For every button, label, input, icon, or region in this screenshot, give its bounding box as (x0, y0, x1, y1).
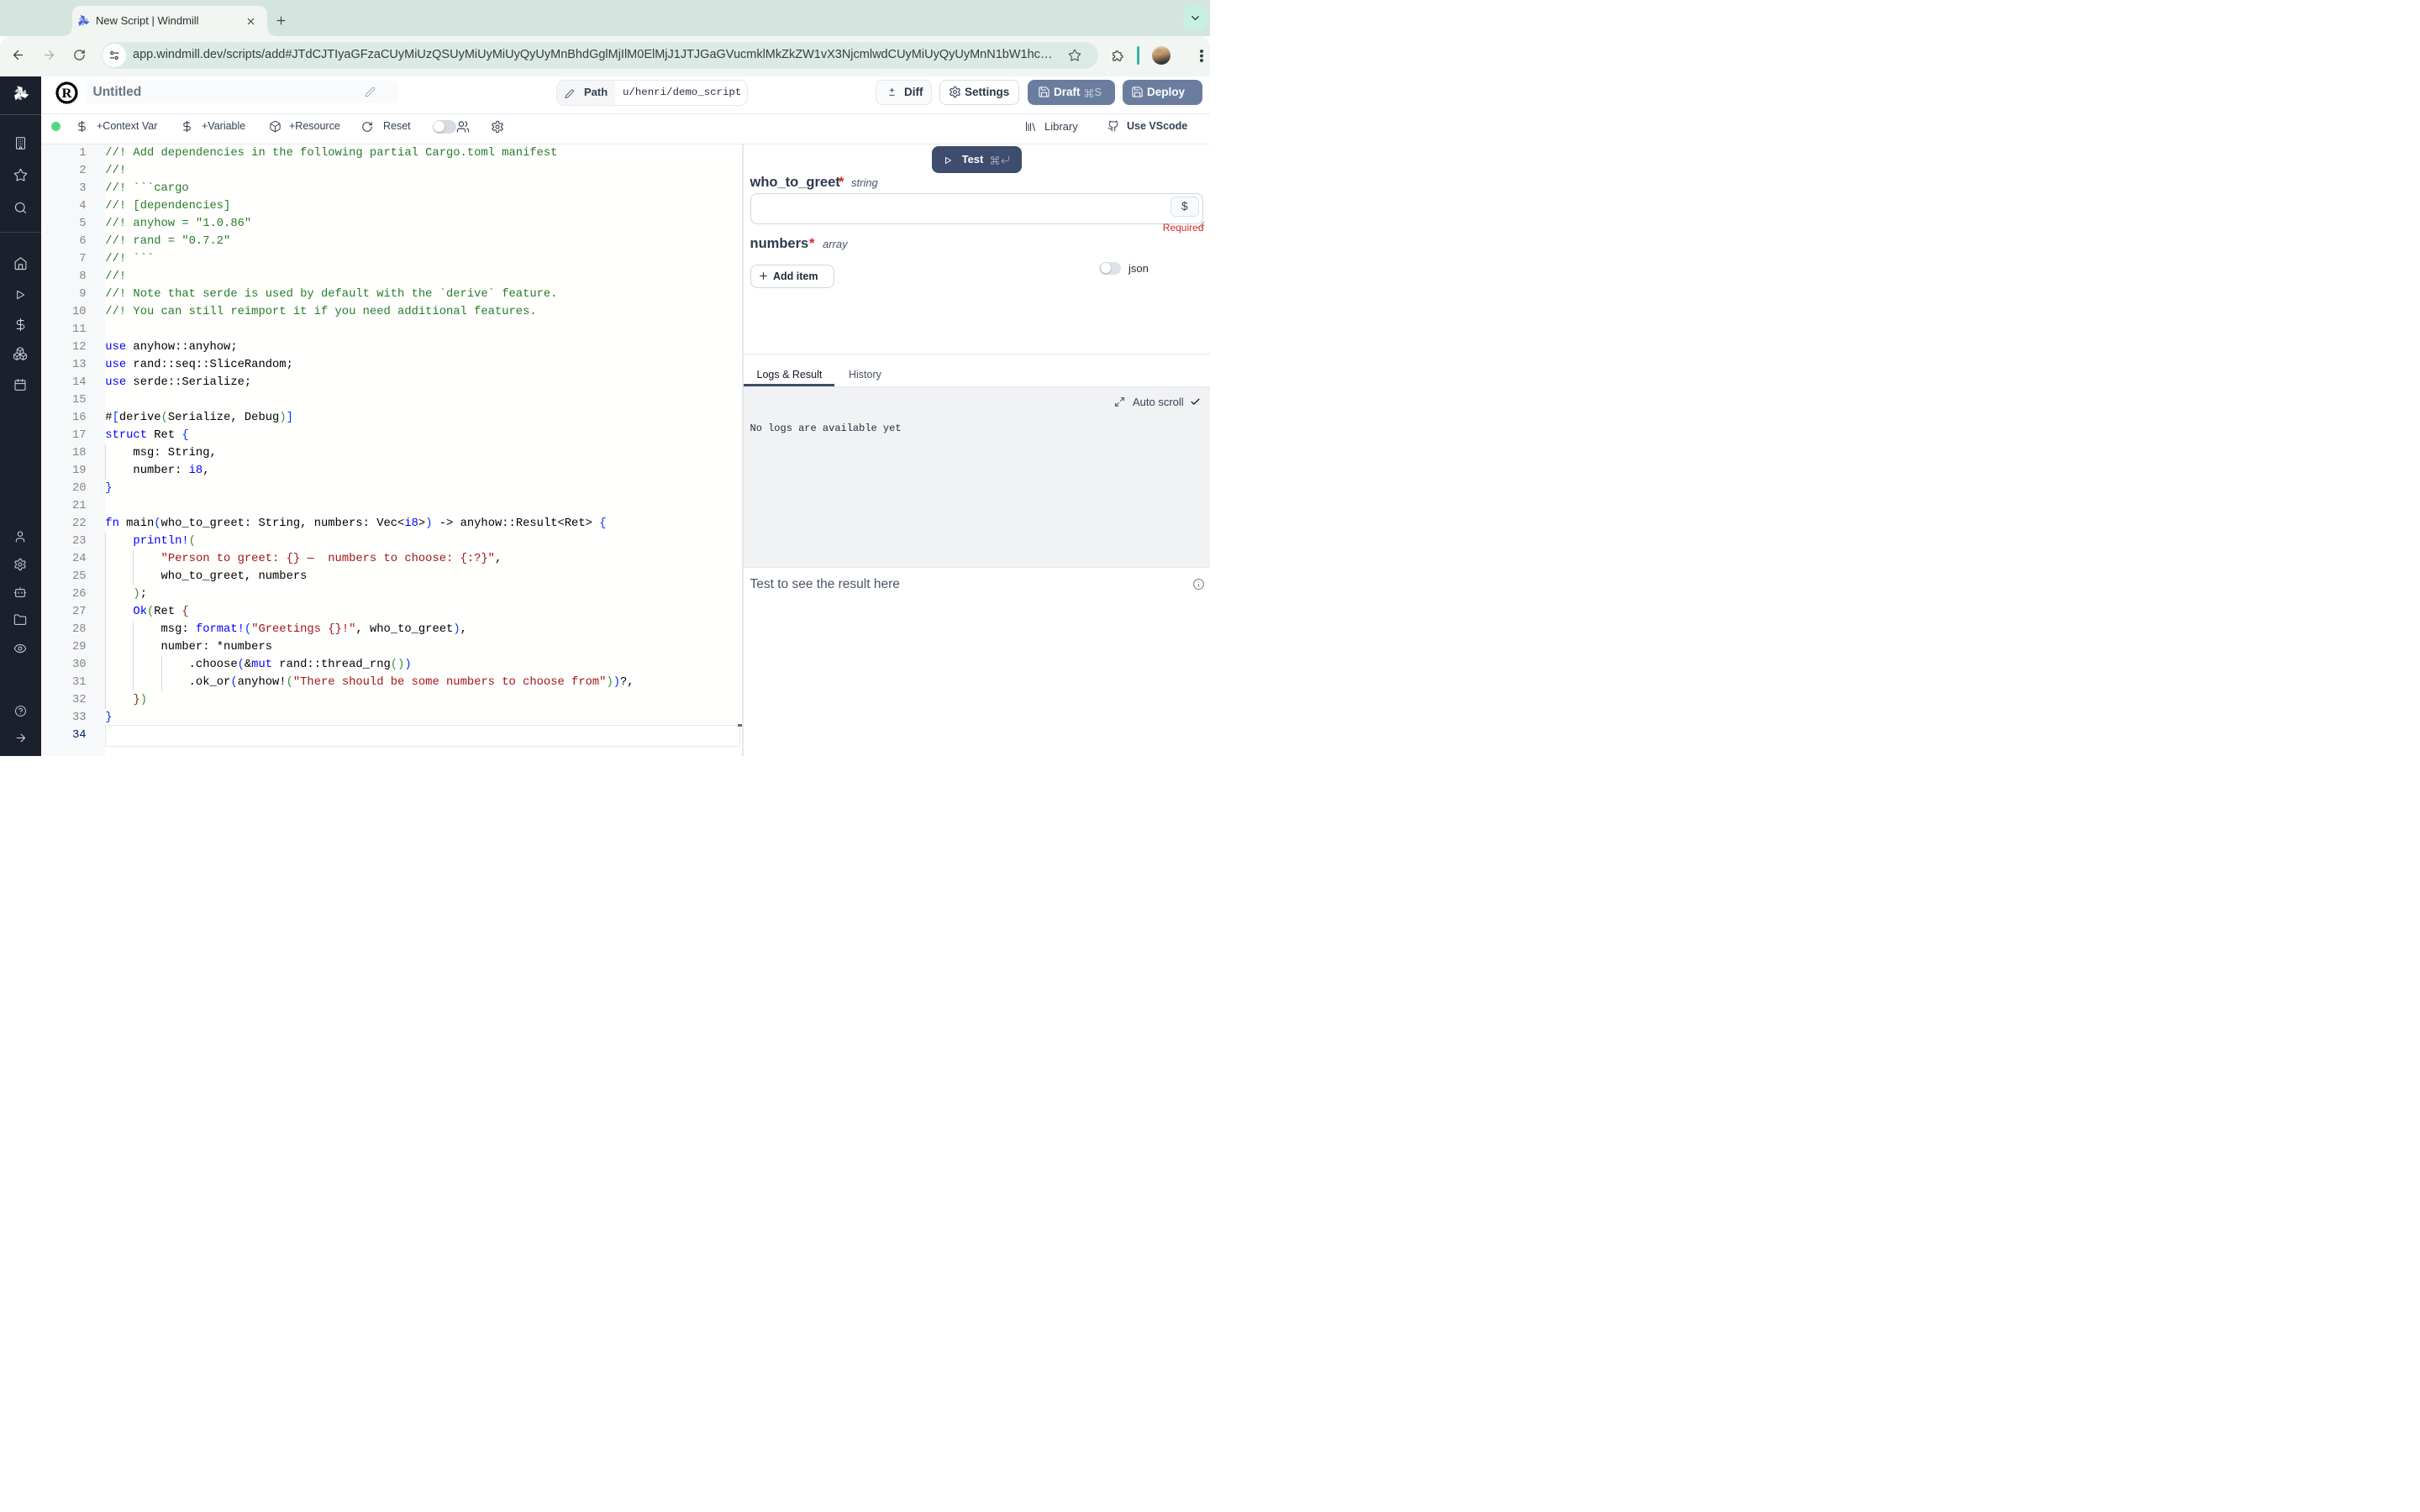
svg-text:R: R (62, 84, 72, 100)
